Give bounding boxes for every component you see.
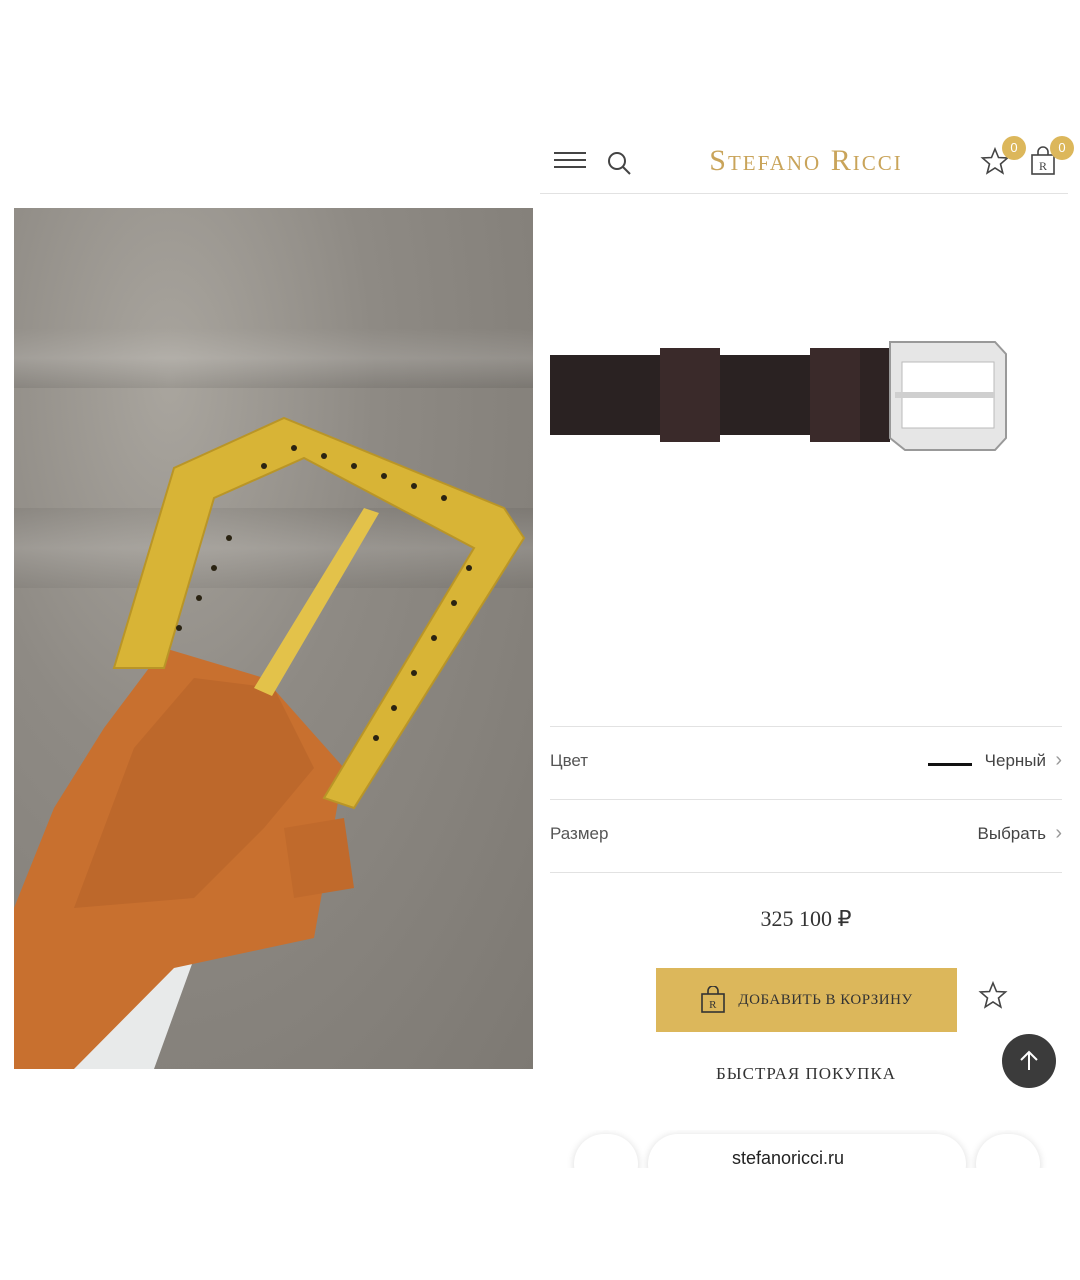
shopping-bag-icon: R — [701, 986, 726, 1013]
cart-count-badge: 0 — [1050, 136, 1074, 160]
favorites-button[interactable]: 0 — [980, 136, 1026, 180]
add-to-cart-button[interactable]: R ДОБАВИТЬ В КОРЗИНУ — [656, 968, 957, 1032]
chevron-right-icon: › — [1055, 822, 1062, 844]
quick-buy-link[interactable]: БЫСТРАЯ ПОКУПКА — [540, 1064, 1072, 1084]
search-icon[interactable] — [606, 150, 632, 176]
chevron-right-icon: › — [1055, 749, 1062, 771]
svg-text:R: R — [1039, 159, 1047, 173]
hamburger-menu-icon[interactable] — [554, 152, 586, 172]
product-image[interactable] — [550, 340, 1020, 480]
site-header: Stefano Ricci 0 R 0 — [540, 100, 1074, 194]
size-option-row[interactable]: Размер Выбрать › — [550, 799, 1062, 873]
browser-toolbar: stefanoricci.ru — [540, 1130, 1080, 1168]
color-option-row[interactable]: Цвет Черный › — [550, 726, 1062, 800]
belt-buckle-illustration — [14, 416, 526, 1069]
size-value: Выбрать — [977, 824, 1046, 843]
color-value: Черный — [984, 751, 1046, 770]
brand-logo[interactable]: Stefano Ricci — [686, 144, 926, 178]
product-page: Stefano Ricci 0 R 0 Цвет Черный › Размер… — [540, 100, 1080, 1168]
divider — [550, 872, 1062, 873]
size-label: Размер — [550, 824, 609, 843]
url-text: stefanoricci.ru — [732, 1148, 845, 1168]
svg-text:R: R — [709, 999, 717, 1011]
favorites-count-badge: 0 — [1002, 136, 1026, 160]
add-to-cart-label: ДОБАВИТЬ В КОРЗИНУ — [738, 991, 913, 1008]
color-swatch — [928, 763, 972, 766]
product-price: 325 100 ₽ — [760, 906, 852, 931]
more-button[interactable] — [976, 1134, 1040, 1168]
cart-button[interactable]: R 0 — [1028, 136, 1074, 180]
belt-photo — [14, 208, 533, 1069]
color-label: Цвет — [550, 751, 589, 770]
star-icon[interactable] — [978, 980, 1008, 1010]
back-button[interactable] — [574, 1134, 638, 1168]
